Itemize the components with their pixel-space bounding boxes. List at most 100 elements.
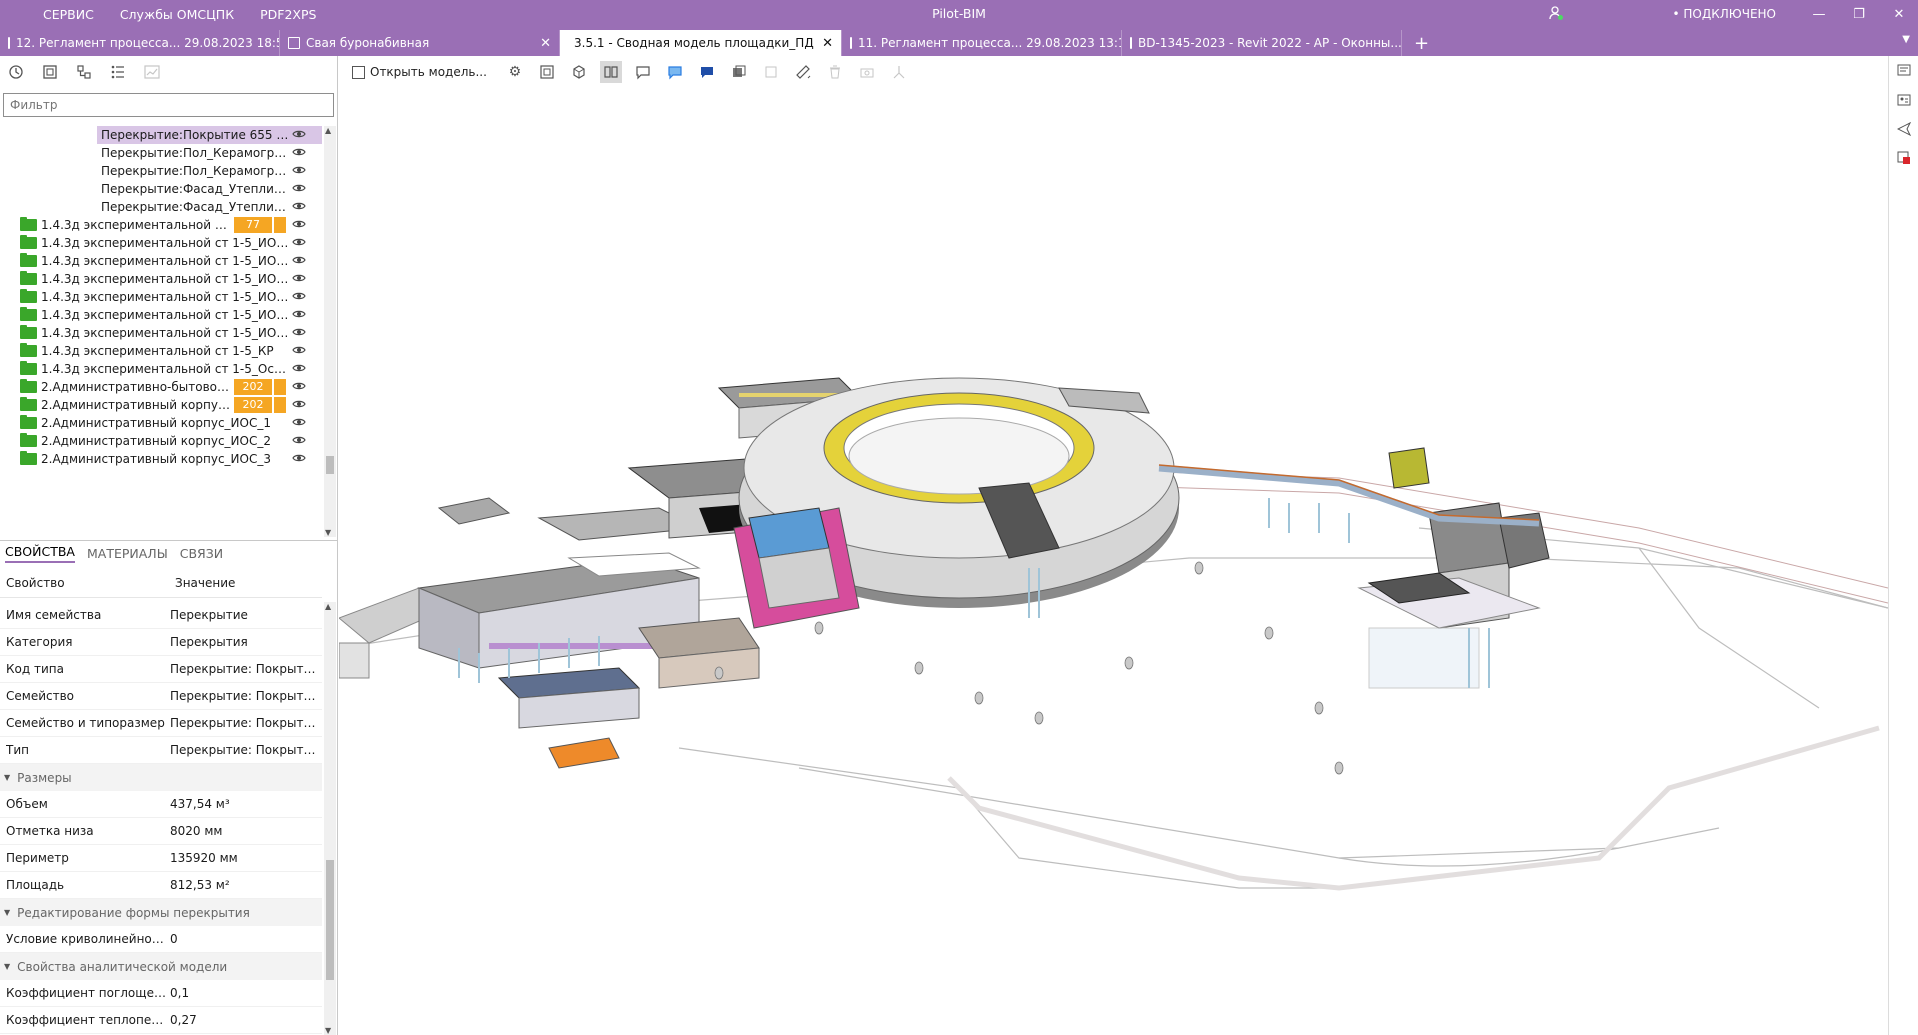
property-row[interactable]: Отметка низа 8020 мм (0, 818, 322, 845)
property-row[interactable]: Периметр 135920 мм (0, 845, 322, 872)
tree-item[interactable]: 2.Административный корпус_ИОС_1 (0, 414, 322, 432)
tab-list-dropdown-icon[interactable]: ▼ (1902, 34, 1910, 45)
property-row[interactable]: Код типа Перекрытие: Покрытие 6... (0, 656, 322, 683)
tab-reglament-12[interactable]: 12. Регламент процесса... 29.08.2023 18:… (0, 30, 280, 56)
visibility-eye-icon[interactable] (292, 451, 306, 469)
collapse-icon[interactable]: ▼ (4, 773, 10, 782)
list-settings-icon[interactable] (108, 62, 128, 82)
tab-links[interactable]: СВЯЗИ (180, 546, 223, 561)
menu-services-omscpk[interactable]: Службы ОМСЦПК (107, 7, 247, 22)
property-row[interactable]: Коэффициент теплоперед... 0,27 (0, 1007, 322, 1034)
fit-view-icon[interactable] (536, 61, 558, 83)
comment-filled-icon[interactable] (696, 61, 718, 83)
property-group[interactable]: ▼ Свойства аналитической модели (0, 953, 322, 980)
settings-gear-icon[interactable]: ⚙ (504, 61, 526, 83)
add-tab-button[interactable]: + (1402, 30, 1441, 56)
visibility-eye-icon[interactable] (292, 217, 306, 235)
tree-item[interactable]: 1.4.3д экспериментальной ст 1-5_КР (0, 342, 322, 360)
tree-scrollbar[interactable]: ▲ ▼ (324, 126, 336, 537)
tree-item[interactable]: 1.4.3д экспериментальной ст 1-5_ИОС_1 (0, 234, 322, 252)
property-row[interactable]: Коэффициент поглощения 0,1 (0, 980, 322, 1007)
frame-view-icon[interactable] (40, 62, 60, 82)
visibility-eye-icon[interactable] (292, 289, 306, 307)
menu-pdf2xps[interactable]: PDF2XPS (247, 7, 329, 22)
tab-properties[interactable]: СВОЙСТВА (5, 544, 75, 563)
tree-item[interactable]: 1.4.3д экспериментальной ст 1-5_ИОС_5 (0, 306, 322, 324)
property-group[interactable]: ▼ Размеры (0, 764, 322, 791)
tree-item[interactable]: 1.4.3д экспериментальной ст 1-5_ИОС_2 (0, 252, 322, 270)
tab-close-icon[interactable]: ✕ (540, 36, 551, 51)
tab-close-icon[interactable]: ✕ (822, 36, 833, 51)
tree-item[interactable]: 1.4.3д экспериментальной ст 1-5_ИОС_7 (0, 324, 322, 342)
tree-item[interactable]: 1.4.3д экспериментальной ст 1-5_ИОС_4 (0, 288, 322, 306)
tab-svodnaya-model[interactable]: 3.5.1 - Сводная модель площадки_ПД ✕ (560, 30, 842, 56)
visibility-eye-icon[interactable] (292, 235, 306, 253)
tree-scroll-thumb[interactable] (326, 456, 334, 474)
visibility-eye-icon[interactable] (292, 433, 306, 451)
scroll-up-icon[interactable]: ▲ (325, 126, 331, 135)
user-card-icon[interactable] (1896, 93, 1912, 109)
comment-blue-icon[interactable] (664, 61, 686, 83)
property-row[interactable]: Категория Перекрытия (0, 629, 322, 656)
tree-item[interactable]: 2.Административный корпус_АР 202 (0, 396, 322, 414)
tree-item[interactable]: Перекрытие:Фасад_Утеплитель... (0, 198, 322, 216)
property-row[interactable]: Объем 437,54 м³ (0, 791, 322, 818)
tree-item[interactable]: 2.Административный корпус_ИОС_2 (0, 432, 322, 450)
visibility-eye-icon[interactable] (292, 253, 306, 271)
tab-bd-1345[interactable]: BD-1345-2023 - Revit 2022 - АР - Оконны.… (1122, 30, 1402, 56)
hierarchy-icon[interactable] (74, 62, 94, 82)
close-window-button[interactable]: ✕ (1888, 7, 1910, 22)
user-status-icon[interactable] (1548, 5, 1564, 24)
tab-svaya[interactable]: Свая буронабивная ✕ (280, 30, 560, 56)
visibility-eye-icon[interactable] (292, 361, 306, 379)
tab-reglament-11[interactable]: 11. Регламент процесса... 29.08.2023 13:… (842, 30, 1122, 56)
visibility-eye-icon[interactable] (292, 397, 306, 415)
property-row[interactable]: Площадь 812,53 м² (0, 872, 322, 899)
collapse-icon[interactable]: ▼ (4, 908, 10, 917)
visibility-eye-icon[interactable] (292, 145, 306, 163)
section-box-icon[interactable] (728, 61, 750, 83)
menu-service[interactable]: СЕРВИС (30, 7, 107, 22)
collapse-icon[interactable]: ▼ (4, 962, 10, 971)
tree-item[interactable]: Перекрытие:Покрытие 655 мм:... (97, 126, 322, 144)
tree-item[interactable]: Перекрытие:Пол_Керамограни... (0, 162, 322, 180)
scroll-down-icon[interactable]: ▼ (325, 528, 331, 537)
open-model-button[interactable]: Открыть модель... (345, 61, 494, 83)
tree-item[interactable]: 1.4.3д экспериментальной ст 1-5...77 (0, 216, 322, 234)
visibility-eye-icon[interactable] (292, 325, 306, 343)
tree-item[interactable]: 2.Административный корпус_ИОС_3 (0, 450, 322, 468)
visibility-eye-icon[interactable] (292, 271, 306, 289)
property-row[interactable]: Условие криволинейной к... 0 (0, 926, 322, 953)
property-row[interactable]: Тип Перекрытие: Покрытие 6... (0, 737, 322, 764)
visibility-eye-icon[interactable] (292, 307, 306, 325)
restore-button[interactable]: ❐ (1848, 7, 1870, 22)
property-group[interactable]: ▼ Редактирование формы перекрытия (0, 899, 322, 926)
properties-scroll-thumb[interactable] (326, 860, 334, 980)
tree-item[interactable]: 1.4.3д экспериментальной ст 1-5_ИОС_3 (0, 270, 322, 288)
book-view-icon[interactable] (599, 61, 622, 83)
visibility-eye-icon[interactable] (292, 199, 306, 217)
comment-icon[interactable] (632, 61, 654, 83)
visibility-eye-icon[interactable] (292, 415, 306, 433)
visibility-eye-icon[interactable] (292, 181, 306, 199)
cube-view-icon[interactable] (568, 61, 590, 83)
tree-item[interactable]: 2.Административно-бытовой ко...202 (0, 378, 322, 396)
scroll-down-icon[interactable]: ▼ (325, 1026, 331, 1035)
minimize-button[interactable]: — (1808, 7, 1830, 22)
visibility-eye-icon[interactable] (292, 343, 306, 361)
tree-item[interactable]: Перекрытие:Пол_Керамограни... (0, 144, 322, 162)
property-row[interactable]: Имя семейства Перекрытие (0, 602, 322, 629)
tree-item[interactable]: Перекрытие:Фасад_Утеплитель... (0, 180, 322, 198)
visibility-eye-icon[interactable] (292, 163, 306, 181)
history-icon[interactable] (6, 62, 26, 82)
scroll-up-icon[interactable]: ▲ (325, 602, 331, 611)
property-row[interactable]: Семейство Перекрытие: Покрытие 6... (0, 683, 322, 710)
visibility-eye-icon[interactable] (292, 127, 306, 145)
filter-input[interactable] (3, 93, 334, 117)
property-row[interactable]: Семейство и типоразмер Перекрытие: Покрыт… (0, 710, 322, 737)
tree-item[interactable]: 1.4.3д экспериментальной ст 1-5_Основан.… (0, 360, 322, 378)
measure-ruler-icon[interactable] (792, 61, 814, 83)
record-icon[interactable] (1896, 151, 1912, 167)
tab-materials[interactable]: МАТЕРИАЛЫ (87, 546, 168, 561)
3d-model-viewport[interactable] (339, 88, 1888, 1035)
